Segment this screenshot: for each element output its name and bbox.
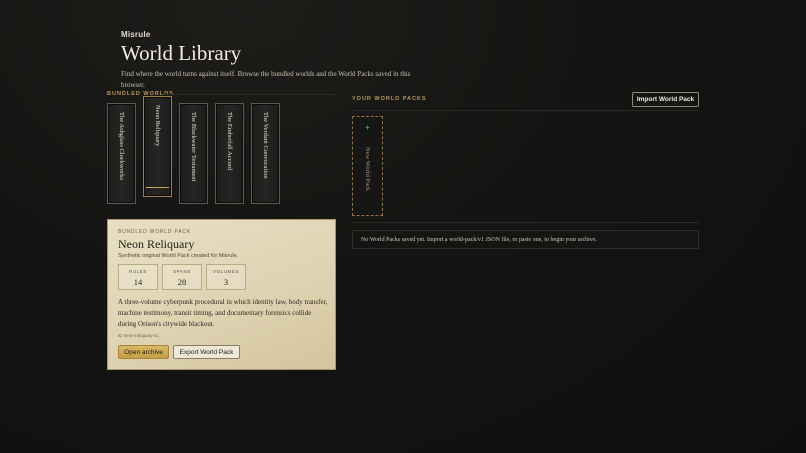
export-world-pack-button[interactable]: Export World Pack	[173, 345, 240, 359]
page-subtitle: Find where the world turns against itsel…	[121, 70, 411, 89]
card-stats: RULES 14 SPANS 28 VOLUMES 3	[118, 264, 246, 290]
stat-label: RULES	[128, 269, 147, 274]
card-description: A three-volume cyberpunk procedural in w…	[118, 298, 328, 328]
new-world-pack-label: New World Pack	[364, 147, 371, 192]
world-spine-ashglass[interactable]: The Ashglass Clockworks	[107, 103, 136, 204]
page-header: Misrule World Library Find where the wor…	[121, 30, 421, 91]
card-kind-label: BUNDLED WORLD PACK	[118, 229, 191, 235]
card-id: ID neon-reliquary-v1	[118, 333, 159, 338]
stat-label: VOLUMES	[212, 269, 240, 274]
empty-packs-message: No World Packs saved yet. Import a world…	[352, 230, 699, 249]
world-spine-verdant[interactable]: The Verdant Convocation	[251, 103, 280, 204]
stat-value: 28	[177, 277, 187, 287]
card-subtitle: Synthetic original World Pack created fo…	[118, 253, 239, 259]
stat-label: SPANS	[173, 269, 191, 274]
bundled-divider	[165, 94, 337, 95]
world-spine-blackwater[interactable]: The Blackwater Testament	[179, 103, 208, 204]
open-archive-button[interactable]: Open archive	[118, 345, 169, 359]
world-detail-card: BUNDLED WORLD PACK Neon Reliquary Synthe…	[107, 219, 336, 370]
app-name: Misrule	[121, 30, 151, 39]
card-title: Neon Reliquary	[118, 237, 195, 251]
new-world-pack-slot[interactable]: + New World Pack	[352, 116, 383, 216]
stat-rules: RULES 14	[118, 264, 158, 290]
bundled-worlds-shelf: The Ashglass Clockworks Neon Reliquary T…	[107, 96, 337, 208]
world-spine-neon-reliquary[interactable]: Neon Reliquary	[143, 96, 172, 197]
plus-icon: +	[365, 123, 370, 132]
world-spine-title: The Blackwater Testament	[190, 112, 197, 182]
stat-value: 3	[223, 277, 229, 287]
world-spine-title: The Emberfall Accord	[226, 112, 233, 171]
your-world-packs-label: YOUR WORLD PACKS	[352, 96, 427, 102]
world-spine-emberfall[interactable]: The Emberfall Accord	[215, 103, 244, 204]
world-spine-title: Neon Reliquary	[154, 105, 161, 147]
your-packs-divider	[352, 110, 699, 111]
world-spine-title: The Verdant Convocation	[262, 112, 269, 179]
shelf-floor-divider	[352, 222, 699, 223]
page-title: World Library	[121, 41, 242, 65]
stat-volumes: VOLUMES 3	[206, 264, 246, 290]
import-world-pack-button[interactable]: Import World Pack	[632, 92, 699, 107]
world-spine-title: The Ashglass Clockworks	[118, 112, 125, 180]
stat-value: 14	[133, 277, 143, 287]
stat-spans: SPANS 28	[162, 264, 202, 290]
